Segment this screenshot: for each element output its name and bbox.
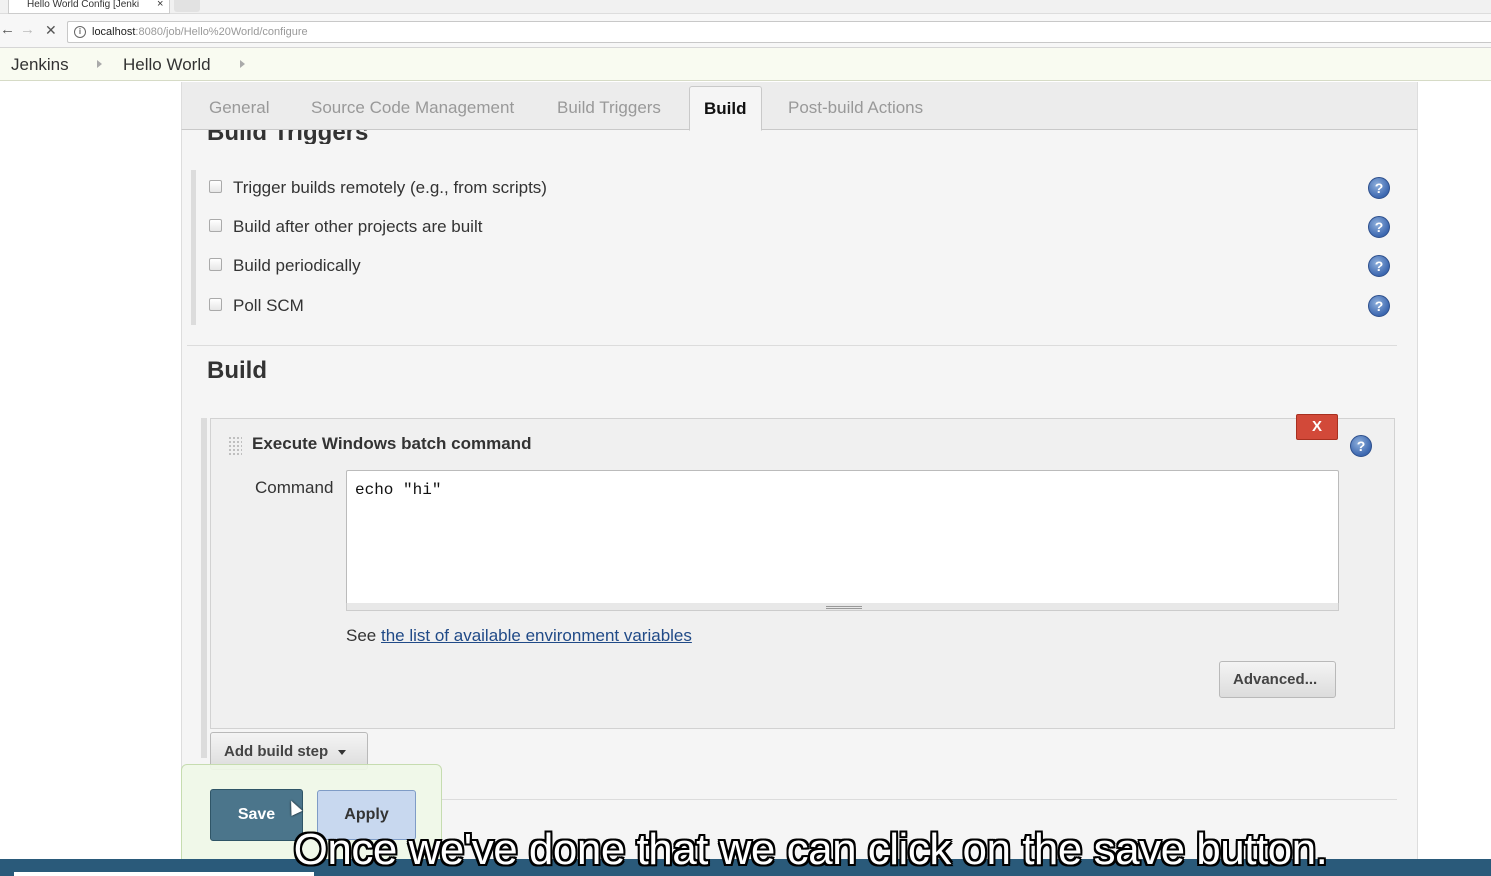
delete-step-button[interactable]: X	[1296, 414, 1338, 440]
build-section-heading: Build	[207, 357, 267, 384]
env-variables-link[interactable]: the list of available environment variab…	[381, 626, 692, 645]
trigger-poll-scm-checkbox[interactable]	[209, 298, 222, 311]
advanced-button[interactable]: Advanced...	[1219, 661, 1336, 698]
trigger-after-other-checkbox[interactable]	[209, 219, 222, 232]
stop-loading-icon[interactable]: ✕	[45, 22, 57, 38]
tab-source-code-management[interactable]: Source Code Management	[311, 98, 514, 118]
help-icon[interactable]: ?	[1368, 177, 1390, 199]
trigger-periodic-checkbox[interactable]	[209, 258, 222, 271]
section-divider	[442, 799, 1397, 800]
env-see-prefix: See	[346, 626, 381, 645]
section-indent-bar	[191, 170, 196, 325]
breadcrumb: Jenkins Hello World	[0, 48, 1491, 81]
browser-tab-strip: Hello World Config [Jenki ×	[0, 0, 1491, 14]
trigger-remote-checkbox[interactable]	[209, 180, 222, 193]
env-variables-note: See the list of available environment va…	[346, 626, 692, 646]
step-indent-bar	[201, 418, 207, 758]
breadcrumb-arrow-icon[interactable]	[240, 60, 245, 68]
trigger-after-other-label: Build after other projects are built	[233, 217, 483, 236]
build-step-title: Execute Windows batch command	[252, 434, 532, 453]
tab-build[interactable]: Build	[689, 86, 762, 131]
tab-build-triggers[interactable]: Build Triggers	[557, 98, 661, 118]
config-tab-bar: General Source Code Management Build Tri…	[181, 82, 1418, 131]
tab-general[interactable]: General	[209, 98, 269, 118]
trigger-periodic-label: Build periodically	[233, 256, 361, 275]
section-divider	[187, 345, 1397, 346]
back-arrow-icon[interactable]: ←	[0, 22, 15, 38]
trigger-poll-scm-label: Poll SCM	[233, 296, 304, 315]
build-triggers-heading: Build Triggers	[207, 130, 369, 144]
command-textarea[interactable]	[346, 470, 1339, 606]
info-icon[interactable]: i	[74, 26, 86, 38]
forward-arrow-icon[interactable]: →	[20, 22, 35, 38]
drag-handle-icon[interactable]	[228, 436, 242, 456]
help-icon[interactable]: ?	[1368, 255, 1390, 277]
command-label: Command	[255, 478, 334, 497]
tab-post-build-actions[interactable]: Post-build Actions	[788, 98, 923, 118]
breadcrumb-arrow-icon[interactable]	[97, 60, 102, 68]
chevron-down-icon	[338, 749, 347, 755]
address-bar[interactable]: i localhost:8080/job/Hello%20World/confi…	[67, 21, 1491, 43]
url-path: :8080/job/Hello%20World/configure	[135, 26, 308, 38]
browser-tab-title: Hello World Config [Jenki	[27, 0, 140, 10]
resize-grip-icon[interactable]	[826, 606, 862, 609]
breadcrumb-hello-world[interactable]: Hello World	[123, 55, 211, 75]
help-icon[interactable]: ?	[1368, 216, 1390, 238]
breadcrumb-jenkins[interactable]: Jenkins	[11, 55, 69, 75]
close-tab-icon[interactable]: ×	[157, 0, 163, 10]
url-host: localhost	[92, 26, 136, 38]
trigger-remote-label: Trigger builds remotely (e.g., from scri…	[233, 178, 547, 197]
new-tab-button[interactable]	[174, 0, 200, 12]
help-icon[interactable]: ?	[1368, 295, 1390, 317]
help-icon[interactable]: ?	[1350, 435, 1372, 457]
video-caption: Once we've done that we can click on the…	[293, 825, 1328, 874]
browser-tab[interactable]: Hello World Config [Jenki ×	[8, 0, 170, 14]
add-build-step-label: Add build step	[224, 743, 329, 760]
